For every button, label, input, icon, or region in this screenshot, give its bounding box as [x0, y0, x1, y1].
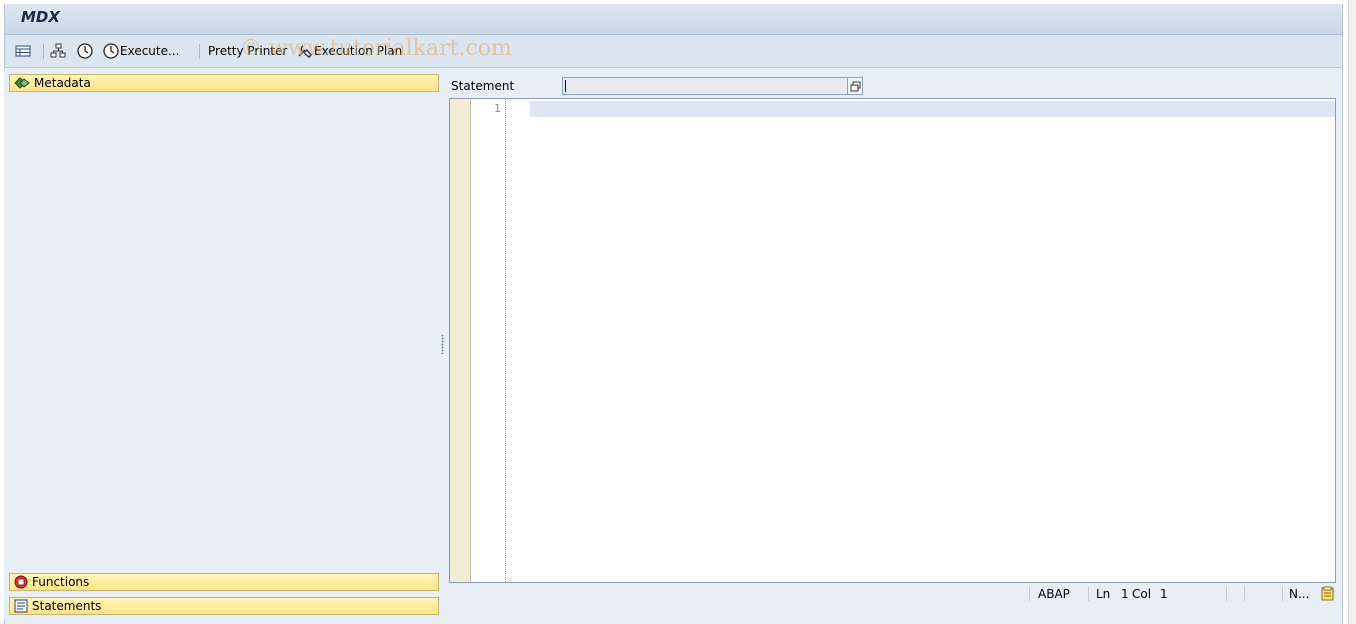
execution-plan-label: Execution Plan: [314, 44, 403, 58]
breakpoint-gutter[interactable]: [450, 99, 471, 582]
current-line-highlight: [530, 101, 1335, 117]
execute-clock-icon: [103, 43, 119, 59]
editor-status-bar: ABAP Ln 1 Col 1 N...: [449, 585, 1339, 605]
title-bar: MDX: [5, 4, 1342, 35]
status-separator: [1029, 587, 1030, 601]
status-language: ABAP: [1038, 587, 1070, 601]
table-icon: [15, 45, 31, 57]
execution-plan-button[interactable]: Execution Plan: [296, 41, 402, 61]
status-ln-label: Ln: [1096, 587, 1111, 601]
splitter-handle[interactable]: [441, 334, 444, 354]
hierarchy-icon: [50, 43, 66, 58]
status-separator: [1282, 587, 1283, 601]
statement-label: Statement: [451, 79, 515, 93]
functions-label: Functions: [32, 575, 90, 589]
line-number: 1: [494, 102, 501, 115]
metadata-icon: [14, 77, 30, 89]
hierarchy-button[interactable]: [49, 41, 67, 61]
status-separator: [1244, 587, 1245, 601]
statement-value-help-button[interactable]: [847, 77, 863, 95]
metadata-panel-header[interactable]: Metadata: [9, 74, 439, 92]
pretty-printer-label: Pretty Printer: [208, 44, 288, 58]
window-title: MDX: [21, 8, 60, 26]
wrench-icon: [298, 45, 312, 58]
functions-icon: [14, 575, 28, 589]
statement-input[interactable]: [562, 77, 848, 95]
display-change-button[interactable]: [15, 41, 31, 61]
statements-icon: [14, 599, 28, 613]
status-col-label: Col: [1132, 587, 1152, 601]
text-caret: [565, 80, 566, 92]
statements-panel-header[interactable]: Statements: [9, 597, 439, 615]
status-settings-button[interactable]: [1320, 586, 1335, 604]
clock-check-icon: [77, 43, 93, 59]
statements-label: Statements: [32, 599, 102, 613]
status-ln-value: 1: [1121, 587, 1129, 601]
pretty-printer-button[interactable]: Pretty Printer: [208, 41, 287, 61]
status-separator: [1226, 587, 1227, 601]
status-col-value: 1: [1160, 587, 1168, 601]
line-number-gutter: 1: [471, 99, 506, 582]
execute-button[interactable]: Execute...: [102, 41, 179, 61]
status-separator: [1088, 587, 1089, 601]
left-panel: Metadata Functions Statements: [4, 69, 442, 620]
toolbar-separator: [199, 44, 200, 59]
notepad-icon: [1321, 586, 1334, 601]
window-scrollbar[interactable]: [1348, 0, 1356, 624]
functions-panel-header[interactable]: Functions: [9, 573, 439, 591]
copy-window-icon: [850, 81, 860, 91]
code-editor[interactable]: 1: [449, 98, 1336, 583]
status-mode: N...: [1289, 587, 1310, 601]
application-toolbar: Execute... Pretty Printer Execution Plan: [5, 35, 1342, 68]
execute-label: Execute...: [120, 44, 180, 58]
metadata-label: Metadata: [34, 76, 91, 90]
toolbar-separator: [43, 44, 44, 59]
check-button[interactable]: [76, 41, 94, 61]
